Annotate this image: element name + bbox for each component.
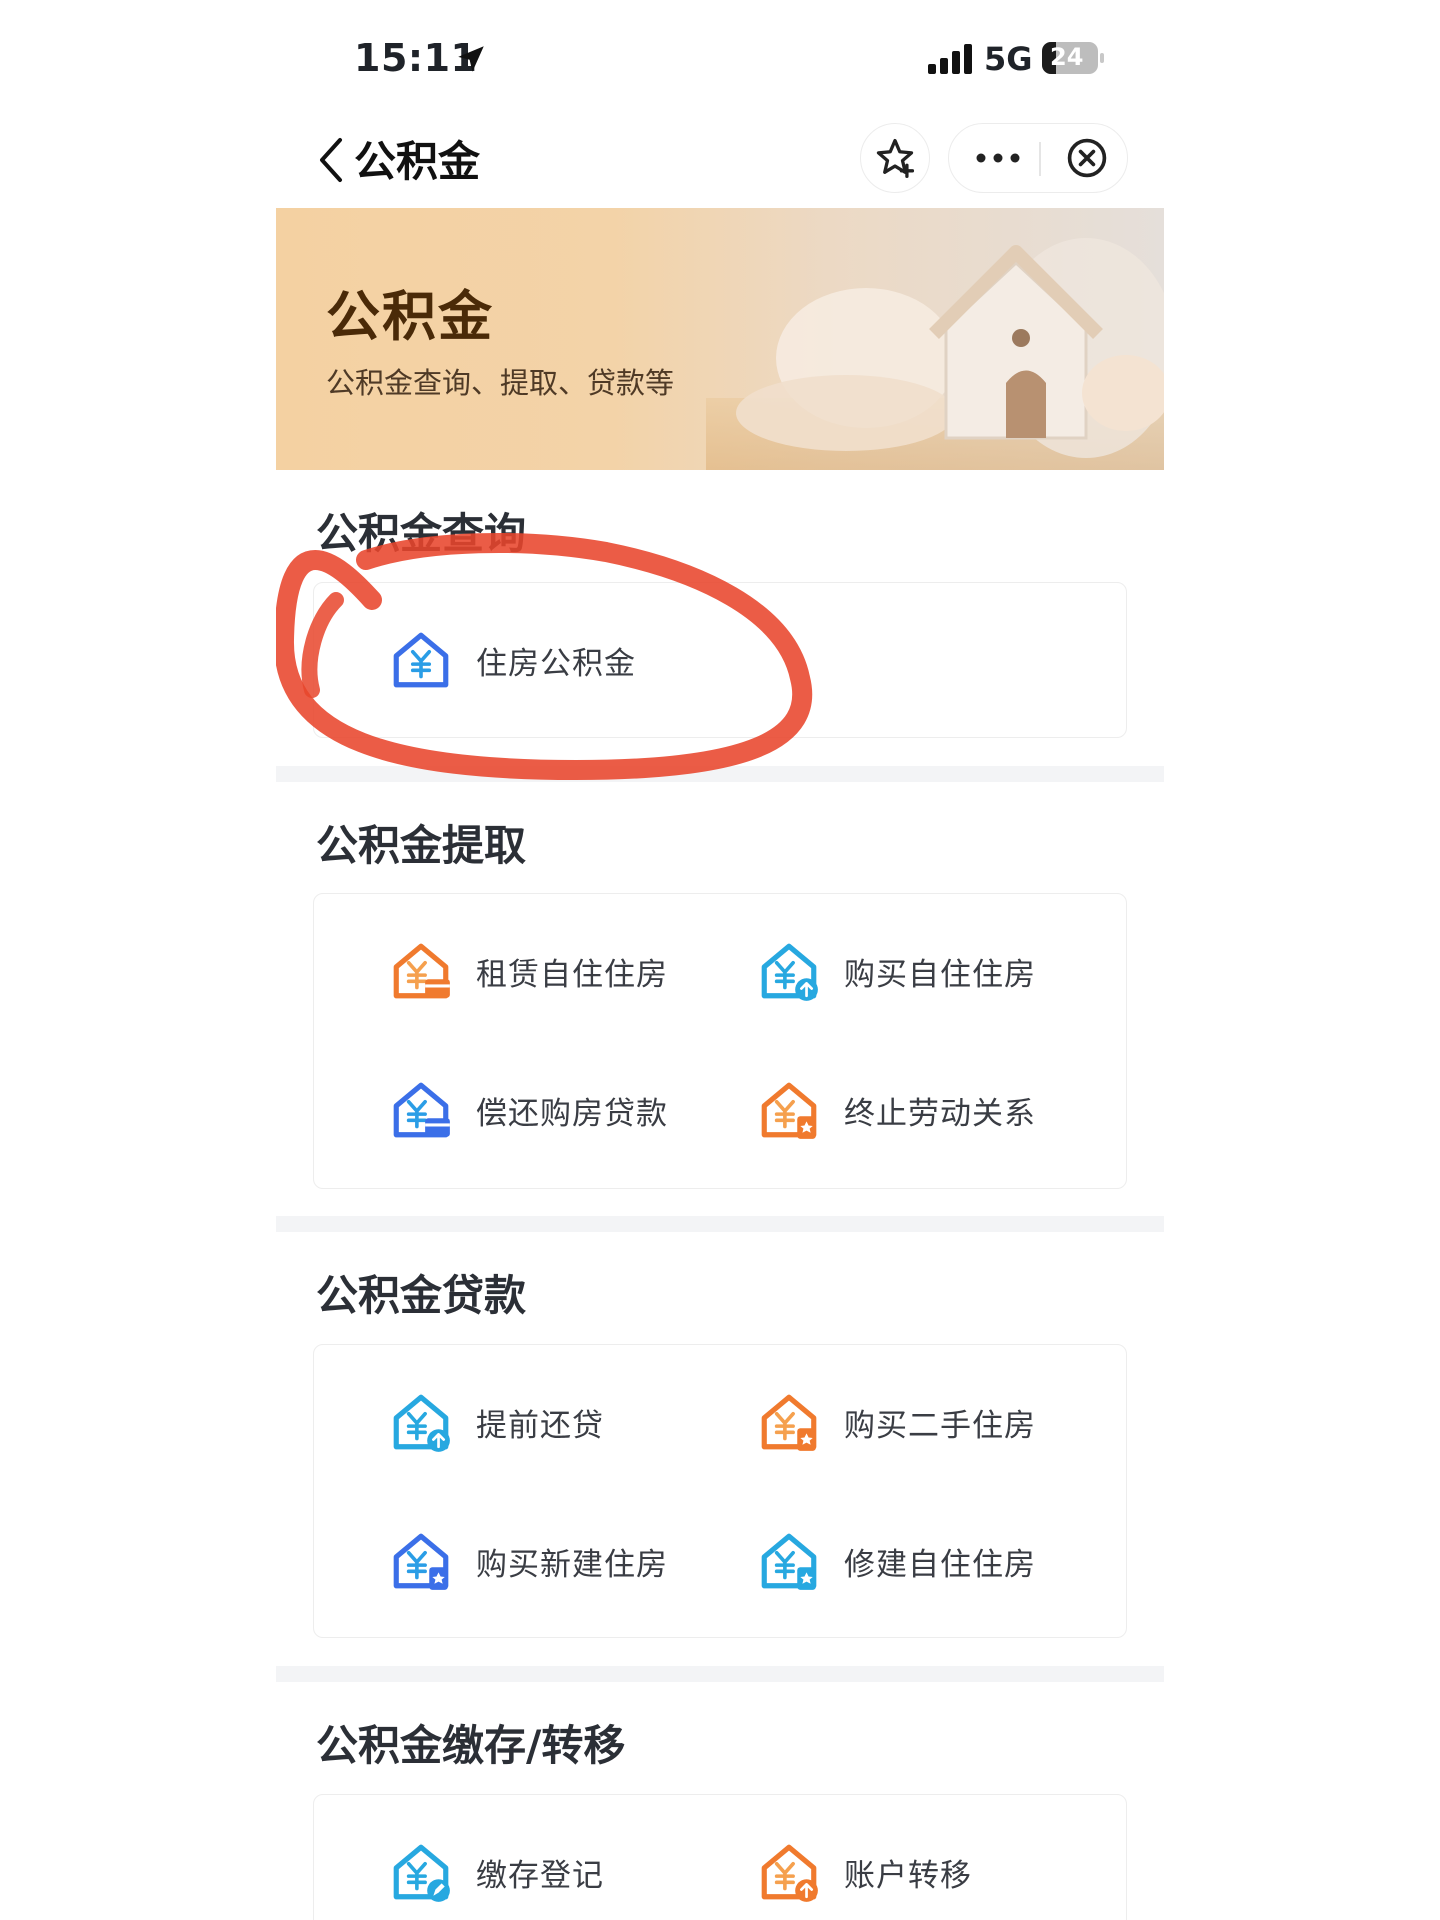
more-button[interactable] xyxy=(957,124,1039,192)
house-yuan-edit-icon xyxy=(393,1844,450,1902)
favorite-button[interactable] xyxy=(860,123,930,193)
loan-card: 提前还贷 购买二手住房 购买新建住房 修建自住住房 xyxy=(313,1344,1127,1638)
service-label: 提前还贷 xyxy=(476,1407,604,1444)
service-label: 缴存登记 xyxy=(476,1857,604,1894)
section-title-deposit: 公积金缴存/转移 xyxy=(316,1721,626,1770)
star-plus-icon xyxy=(876,138,915,178)
section-gap xyxy=(276,1216,1164,1232)
service-label: 账户转移 xyxy=(844,1857,972,1894)
page-title: 公积金 xyxy=(354,137,481,186)
service-label: 修建自住住房 xyxy=(844,1546,1036,1583)
house-model-illustration xyxy=(706,238,1164,470)
menu-capsule xyxy=(948,123,1128,193)
house-yuan-card-icon xyxy=(393,943,450,999)
section-gap xyxy=(276,766,1164,782)
service-item-terminate-labor[interactable]: 终止劳动关系 xyxy=(756,1077,1036,1143)
service-label: 购买二手住房 xyxy=(844,1407,1036,1444)
nav-bar: 公积金 xyxy=(276,118,1164,214)
service-label: 购买新建住房 xyxy=(476,1546,668,1583)
section-title-loan: 公积金贷款 xyxy=(316,1271,527,1320)
battery-icon: 24 xyxy=(1042,42,1104,74)
service-item-second-hand[interactable]: 购买二手住房 xyxy=(756,1389,1036,1455)
house-yuan-doc-icon xyxy=(761,1533,817,1590)
service-item-early-repay[interactable]: 提前还贷 xyxy=(388,1389,604,1455)
service-label: 终止劳动关系 xyxy=(844,1095,1036,1132)
banner-subtitle: 公积金查询、提取、贷款等 xyxy=(326,366,675,400)
network-type: 5G xyxy=(984,40,1033,78)
service-item-build-housing[interactable]: 修建自住住房 xyxy=(756,1528,1036,1594)
house-yuan-doc-icon xyxy=(393,1533,449,1590)
phone-screen: 15:11 5G 24 公积金 公积金 公积金查询、提取、贷款等 公积金查询 住… xyxy=(276,0,1164,1920)
service-item-account-transfer[interactable]: 账户转移 xyxy=(756,1839,972,1905)
battery-level: 24 xyxy=(1050,43,1084,71)
hero-banner: 公积金 公积金查询、提取、贷款等 xyxy=(276,208,1164,470)
service-label: 住房公积金 xyxy=(476,645,636,682)
deposit-card: 缴存登记 账户转移 xyxy=(313,1794,1127,1920)
withdraw-card: 租赁自住住房 购买自住住房 偿还购房贷款 终止劳动关系 xyxy=(313,893,1127,1189)
capsule-divider xyxy=(1039,142,1041,176)
more-dots-icon xyxy=(976,153,1020,163)
house-yuan-up-icon xyxy=(761,1844,818,1902)
service-item-housing-fund[interactable]: 住房公积金 xyxy=(388,627,636,693)
banner-title: 公积金 xyxy=(326,285,494,348)
back-chevron-icon[interactable] xyxy=(314,132,350,188)
signal-bars-icon xyxy=(928,44,972,74)
house-yuan-doc-icon xyxy=(761,1082,817,1139)
service-item-buy-housing[interactable]: 购买自住住房 xyxy=(756,938,1036,1004)
house-yuan-card-icon xyxy=(393,1082,450,1138)
house-yuan-icon xyxy=(393,632,449,688)
section-gap xyxy=(276,1666,1164,1682)
service-item-rent-housing[interactable]: 租赁自住住房 xyxy=(388,938,668,1004)
service-item-new-housing[interactable]: 购买新建住房 xyxy=(388,1528,668,1594)
location-arrow-icon xyxy=(458,46,484,72)
close-button[interactable] xyxy=(1049,124,1125,192)
service-label: 偿还购房贷款 xyxy=(476,1095,668,1132)
section-title-query: 公积金查询 xyxy=(316,509,527,558)
service-item-deposit-register[interactable]: 缴存登记 xyxy=(388,1839,604,1905)
service-label: 租赁自住住房 xyxy=(476,956,668,993)
close-circle-icon xyxy=(1067,138,1107,178)
house-yuan-up-icon xyxy=(393,1394,450,1452)
service-item-repay-loan[interactable]: 偿还购房贷款 xyxy=(388,1077,668,1143)
house-yuan-up-icon xyxy=(761,943,818,1001)
house-yuan-doc-icon xyxy=(761,1394,817,1451)
section-title-withdraw: 公积金提取 xyxy=(316,821,527,870)
service-label: 购买自住住房 xyxy=(844,956,1036,993)
status-bar: 15:11 5G 24 xyxy=(276,0,1164,118)
query-card: 住房公积金 xyxy=(313,582,1127,738)
